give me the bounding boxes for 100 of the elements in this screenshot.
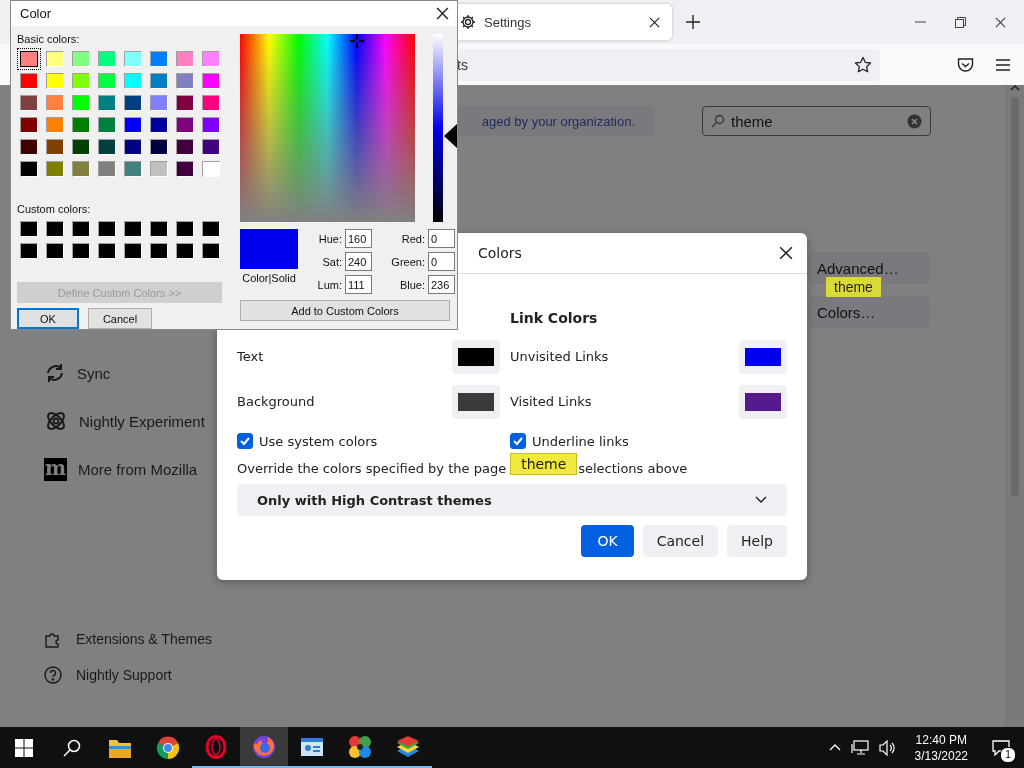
- color-swatch[interactable]: [20, 73, 38, 89]
- sidebar-item[interactable]: Sync: [44, 349, 230, 397]
- color-swatch[interactable]: [202, 51, 220, 67]
- color-spectrum[interactable]: [240, 34, 415, 222]
- search-icon[interactable]: [63, 738, 81, 757]
- menu-icon[interactable]: [996, 58, 1010, 71]
- start-icon[interactable]: [15, 738, 33, 757]
- color-swatch[interactable]: [72, 139, 90, 155]
- color-swatch[interactable]: [176, 95, 194, 111]
- color-swatch[interactable]: [20, 221, 38, 237]
- dialog-close-icon[interactable]: [436, 7, 449, 20]
- petal-icon[interactable]: [347, 733, 373, 760]
- color-swatch[interactable]: [176, 73, 194, 89]
- star-icon[interactable]: [854, 55, 872, 74]
- checkbox[interactable]: [237, 433, 253, 449]
- color-swatch[interactable]: [124, 51, 142, 67]
- sidebar-item[interactable]: Nightly Experiment: [44, 397, 230, 445]
- segmented-circle-icon[interactable]: [156, 735, 180, 760]
- value-field[interactable]: 240: [345, 252, 372, 271]
- cancel-button[interactable]: Cancel: [88, 308, 152, 329]
- color-swatch[interactable]: [176, 161, 194, 177]
- footer-link[interactable]: Extensions & Themes: [44, 621, 230, 657]
- checkbox[interactable]: [510, 433, 526, 449]
- value-field[interactable]: 160: [345, 229, 372, 248]
- volume-icon[interactable]: [878, 739, 897, 756]
- color-swatch[interactable]: [98, 117, 116, 133]
- color-swatch[interactable]: [150, 139, 168, 155]
- color-swatch[interactable]: [176, 139, 194, 155]
- color-swatch[interactable]: [202, 95, 220, 111]
- color-swatch[interactable]: [202, 139, 220, 155]
- color-swatch[interactable]: [150, 221, 168, 237]
- color-swatch[interactable]: [46, 161, 64, 177]
- color-swatch[interactable]: [20, 51, 38, 67]
- color-swatch[interactable]: [150, 51, 168, 67]
- color-picker-button[interactable]: [739, 384, 787, 419]
- chevron-up-icon[interactable]: [828, 744, 841, 751]
- color-swatch[interactable]: [124, 161, 142, 177]
- color-picker-button[interactable]: [452, 339, 500, 374]
- color-swatch[interactable]: [124, 139, 142, 155]
- scrollbar[interactable]: [1005, 85, 1024, 727]
- color-swatch[interactable]: [150, 73, 168, 89]
- color-swatch[interactable]: [124, 221, 142, 237]
- dialog-button[interactable]: Cancel: [642, 525, 719, 557]
- search-field[interactable]: theme: [702, 106, 931, 136]
- notification-button[interactable]: 1: [986, 732, 1016, 763]
- color-swatch[interactable]: [98, 95, 116, 111]
- color-picker-button[interactable]: [452, 384, 500, 419]
- color-swatch[interactable]: [46, 95, 64, 111]
- color-swatch[interactable]: [46, 73, 64, 89]
- stacked-layers-icon[interactable]: [395, 733, 421, 760]
- color-swatch[interactable]: [46, 51, 64, 67]
- value-field[interactable]: 0: [428, 252, 455, 271]
- fox-globe-icon[interactable]: [251, 733, 277, 760]
- add-to-custom-colors-button[interactable]: Add to Custom Colors: [240, 300, 450, 321]
- color-swatch[interactable]: [150, 243, 168, 259]
- ring-icon[interactable]: [204, 734, 228, 759]
- color-swatch[interactable]: [98, 73, 116, 89]
- color-swatch[interactable]: [72, 161, 90, 177]
- plus-icon[interactable]: [686, 15, 700, 29]
- color-swatch[interactable]: [20, 139, 38, 155]
- ok-button[interactable]: OK: [17, 308, 79, 329]
- color-swatch[interactable]: [72, 243, 90, 259]
- value-field[interactable]: 111: [345, 275, 372, 294]
- color-swatch[interactable]: [98, 51, 116, 67]
- color-swatch[interactable]: [202, 221, 220, 237]
- color-swatch[interactable]: [202, 73, 220, 89]
- color-swatch[interactable]: [98, 221, 116, 237]
- scroll-up-icon[interactable]: [1009, 85, 1020, 91]
- network-icon[interactable]: [850, 739, 869, 756]
- color-swatch[interactable]: [150, 117, 168, 133]
- color-swatch[interactable]: [98, 161, 116, 177]
- color-swatch[interactable]: [72, 117, 90, 133]
- tab-close-icon[interactable]: [649, 16, 660, 28]
- color-swatch[interactable]: [176, 221, 194, 237]
- clock[interactable]: 12:40 PM 3/13/2022: [914, 731, 968, 764]
- color-swatch[interactable]: [176, 51, 194, 67]
- sidebar-item[interactable]: m More from Mozilla: [44, 445, 230, 493]
- color-swatch[interactable]: [46, 139, 64, 155]
- override-dropdown[interactable]: Only with High Contrast themes: [237, 484, 787, 516]
- color-swatch[interactable]: [72, 73, 90, 89]
- color-swatch[interactable]: [150, 95, 168, 111]
- color-swatch[interactable]: [20, 117, 38, 133]
- value-field[interactable]: 0: [428, 229, 455, 248]
- slider-arrow[interactable]: [444, 123, 457, 148]
- color-picker-button[interactable]: [739, 339, 787, 374]
- color-swatch[interactable]: [20, 161, 38, 177]
- restore-icon[interactable]: [955, 16, 966, 28]
- close-icon[interactable]: [995, 16, 1006, 28]
- settings-button[interactable]: Colors…: [808, 296, 930, 328]
- color-swatch[interactable]: [202, 117, 220, 133]
- color-swatch[interactable]: [20, 95, 38, 111]
- color-swatch[interactable]: [124, 95, 142, 111]
- color-swatch[interactable]: [176, 117, 194, 133]
- color-swatch[interactable]: [72, 95, 90, 111]
- color-swatch[interactable]: [124, 243, 142, 259]
- color-swatch[interactable]: [124, 117, 142, 133]
- color-swatch[interactable]: [202, 243, 220, 259]
- color-swatch[interactable]: [124, 73, 142, 89]
- color-swatch[interactable]: [98, 243, 116, 259]
- color-swatch[interactable]: [176, 243, 194, 259]
